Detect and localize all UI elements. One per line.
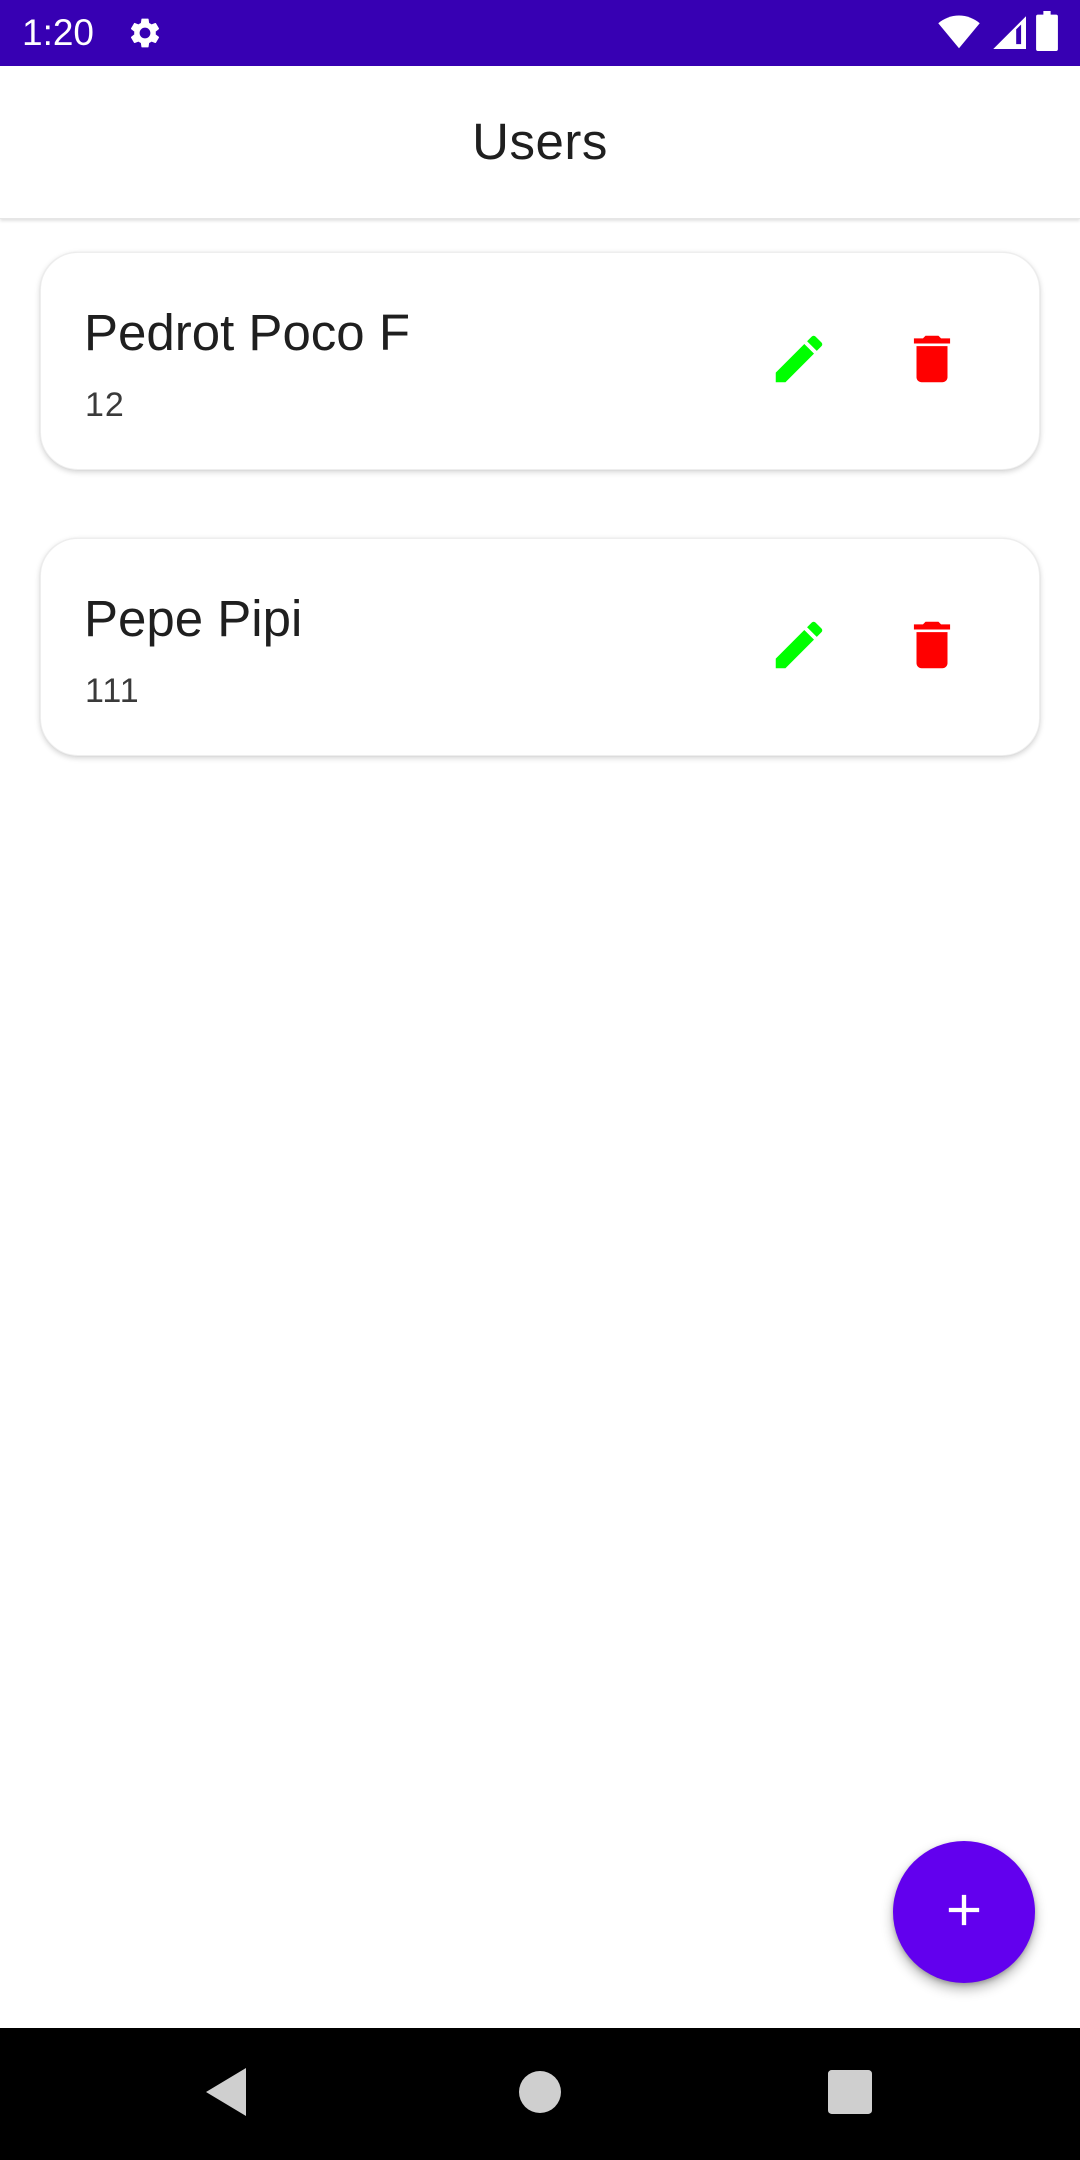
app-bar: Users [0,66,1080,219]
plus-icon [938,1884,990,1941]
back-icon [202,2066,250,2123]
gear-icon [127,15,163,51]
add-user-button[interactable] [893,1841,1035,1983]
user-detail: 12 [85,386,125,424]
wifi-icon [938,12,980,55]
back-button[interactable] [166,2028,286,2160]
edit-button[interactable] [759,321,839,401]
user-name: Pepe Pipi [84,590,303,647]
edit-button[interactable] [759,607,839,687]
status-time: 1:20 [22,12,95,53]
page-title: Users [472,113,608,170]
status-bar: 1:20 [0,0,1080,66]
recents-icon [828,2069,872,2119]
home-icon [519,2070,561,2118]
pencil-icon [768,328,830,395]
home-button[interactable] [480,2028,600,2160]
trash-icon [901,328,963,395]
user-name: Pedrot Poco F [84,304,410,361]
user-card[interactable]: Pedrot Poco F 12 [40,252,1040,470]
delete-button[interactable] [892,607,972,687]
navigation-bar [0,2028,1080,2160]
user-detail: 111 [85,672,140,710]
trash-icon [901,614,963,681]
user-card[interactable]: Pepe Pipi 111 [40,538,1040,756]
battery-icon [1036,10,1058,56]
recents-button[interactable] [790,2028,910,2160]
pencil-icon [768,614,830,681]
status-icons [938,10,1058,56]
cell-signal-icon [990,12,1026,55]
delete-button[interactable] [892,321,972,401]
